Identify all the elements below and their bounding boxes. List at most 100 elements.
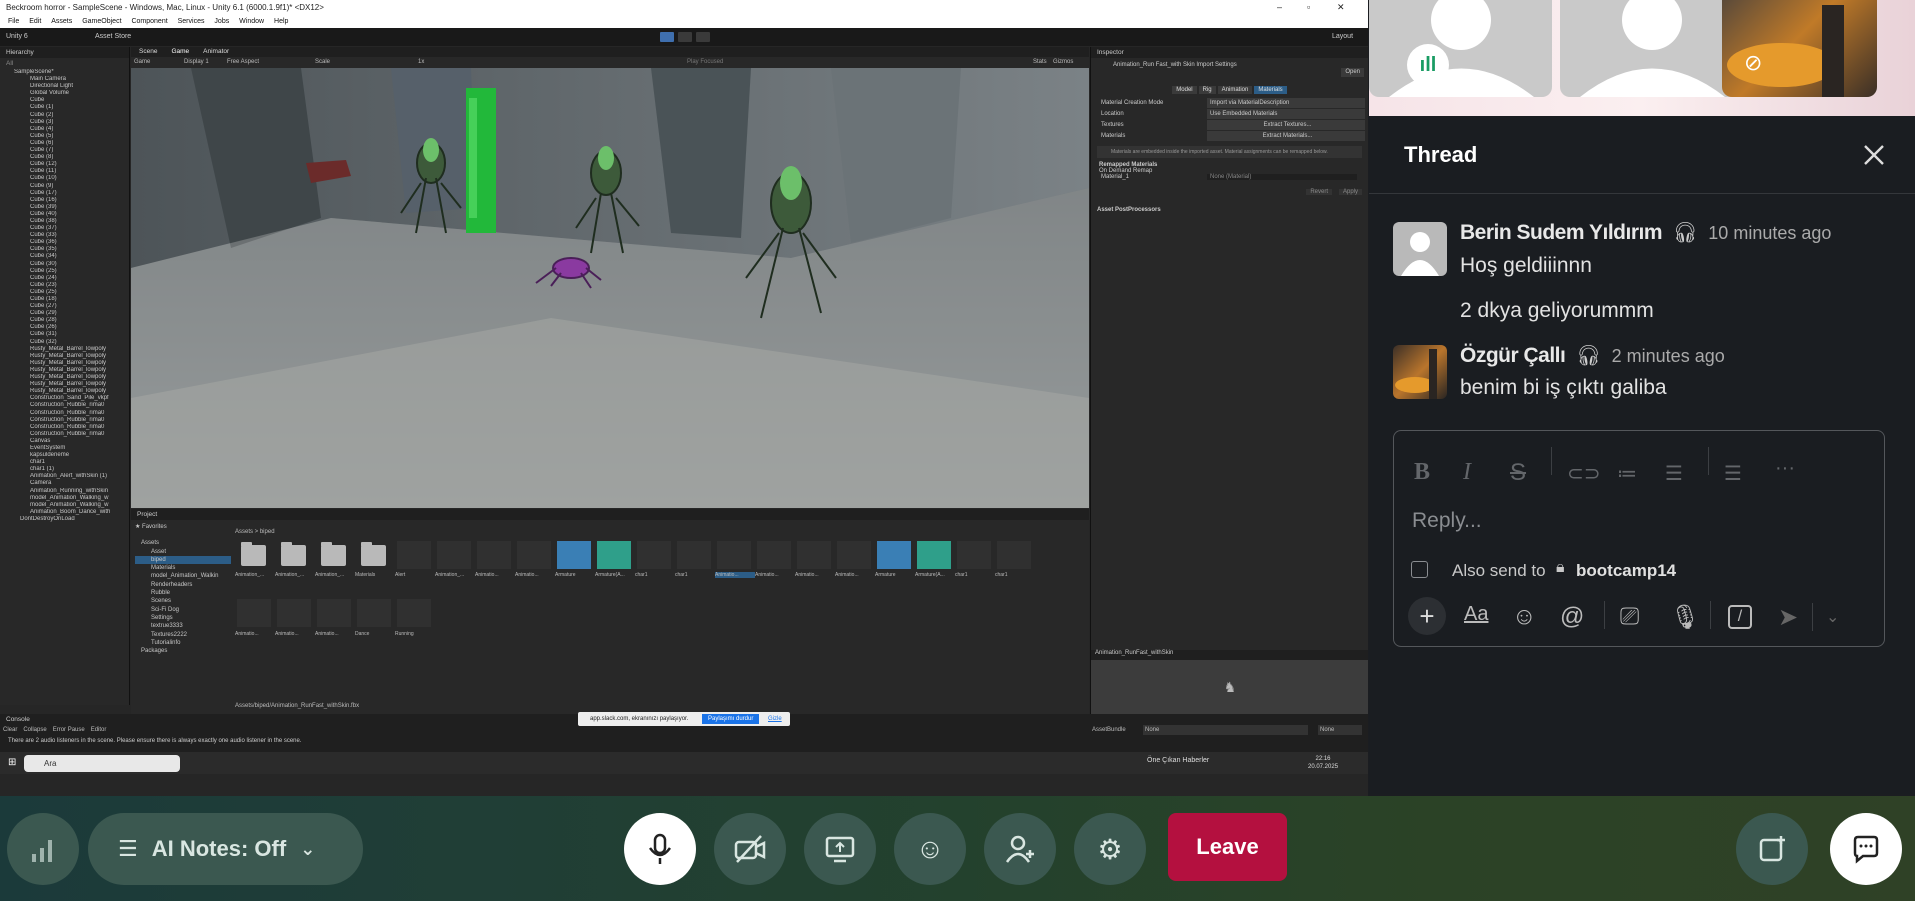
folder-tree-item[interactable]: Textures2222 [135,631,231,639]
windows-start-icon[interactable]: ⊞ [8,757,16,768]
asset-postprocessors[interactable]: Asset PostProcessors [1091,207,1368,213]
stats-toggle[interactable]: Stats [1033,57,1047,68]
folder-tree-item[interactable]: Scenes [135,597,231,605]
format-toggle-icon[interactable]: Aa [1464,603,1488,626]
assetbundle-dropdown[interactable]: None [1143,725,1308,735]
avatar[interactable] [1393,345,1447,399]
hierarchy-item[interactable]: Cube (38) [0,218,129,225]
hierarchy-item[interactable]: Cube (5) [0,133,129,140]
participant-tile-3[interactable]: ⊘ [1722,0,1877,97]
hierarchy-item[interactable]: DontDestroyOnLoad [0,516,129,523]
unity-account[interactable]: Unity 6 [6,28,28,46]
ai-notes-button[interactable]: ☰ AI Notes: Off ⌄ [88,813,363,885]
hierarchy-item[interactable]: Animation_Boom_Dance_with [0,509,129,516]
link-icon[interactable]: ⊂⊃ [1567,461,1601,486]
display-dropdown[interactable]: Display 1 [184,57,209,68]
animation-asset-icon[interactable] [437,541,471,569]
hierarchy-item[interactable]: char1 (1) [0,466,129,473]
close-icon[interactable]: ✕ [1337,0,1345,15]
close-thread-icon[interactable] [1862,143,1886,167]
material-1-field[interactable]: None (Material) [1207,174,1357,180]
message-author[interactable]: Berin Sudem Yıldırım [1460,221,1663,244]
hierarchy-item[interactable]: Cube (9) [0,183,129,190]
inspector-dropdown[interactable]: Use Embedded Materials [1207,109,1365,119]
strikethrough-icon[interactable]: S [1510,459,1526,487]
hierarchy-item[interactable]: Cube (28) [0,317,129,324]
inspector-button[interactable]: Extract Textures... [1207,120,1365,130]
camera-off-icon[interactable] [714,813,786,885]
thread-chat-icon[interactable] [1830,813,1902,885]
leave-button[interactable]: Leave [1168,813,1287,881]
tab-scene[interactable]: Scene [139,47,157,57]
hierarchy-item[interactable]: Rusty_Metal_Barrel_lowpoly [0,374,129,381]
apply-button[interactable]: Apply [1338,189,1362,195]
folder-tree-item[interactable]: Materials [135,564,231,572]
hierarchy-item[interactable]: Rusty_Metal_Barrel_lowpoly [0,360,129,367]
folder-tree-item[interactable]: Packages [135,647,231,655]
inspector-button[interactable]: Extract Materials... [1207,131,1365,141]
animation-asset-icon[interactable] [517,541,551,569]
hierarchy-item[interactable]: Main Camera [0,76,129,83]
menu-window[interactable]: Window [239,18,264,25]
hierarchy-item[interactable]: Cube (4) [0,126,129,133]
mesh-asset-icon[interactable] [557,541,591,569]
animation-asset-icon[interactable] [237,599,271,627]
game-viewport[interactable] [131,68,1089,508]
tab-materials[interactable]: Materials [1254,86,1287,94]
animation-asset-icon[interactable] [997,541,1031,569]
avatar[interactable] [1393,222,1447,276]
menu-help[interactable]: Help [274,18,288,25]
game-view-label[interactable]: Game [134,57,150,68]
hierarchy-item[interactable]: Global Volume [0,90,129,97]
hierarchy-item[interactable]: Cube (36) [0,239,129,246]
hierarchy-item[interactable]: Cube (23) [0,282,129,289]
menu-services[interactable]: Services [178,18,205,25]
hierarchy-item[interactable]: Cube (18) [0,296,129,303]
canvas-notes-icon[interactable] [1736,813,1808,885]
tab-animation[interactable]: Animation [1217,86,1253,94]
folder-tree-item[interactable]: Sci-Fi Dog [135,606,231,614]
microphone-icon[interactable] [624,813,696,885]
mesh-asset-icon[interactable] [597,541,631,569]
audio-clip-icon[interactable]: 🎙︎ [1670,603,1700,632]
maximize-icon[interactable]: ▫ [1307,0,1310,15]
menu-file[interactable]: File [8,18,19,25]
hide-share-notice[interactable]: Gizle [768,712,782,726]
open-button[interactable]: Open [1341,68,1364,77]
hierarchy-item[interactable]: Cube (2) [0,112,129,119]
hierarchy-item[interactable]: Construction_Rubble_rima0 [0,402,129,409]
hierarchy-item[interactable]: EventSystem [0,445,129,452]
hierarchy-item[interactable]: Construction_Rubble_rima0 [0,410,129,417]
stop-sharing-button[interactable]: Paylaşımı durdur [702,714,760,724]
folder-tree-item[interactable]: Tutorialinfo [135,639,231,647]
animation-asset-icon[interactable] [677,541,711,569]
invite-people-icon[interactable] [984,813,1056,885]
hierarchy-item[interactable]: Cube (17) [0,190,129,197]
folder-icon[interactable] [281,542,306,566]
hierarchy-item[interactable]: Rusty_Metal_Barrel_lowpoly [0,367,129,374]
hierarchy-item[interactable]: Cube (7) [0,147,129,154]
revert-button[interactable]: Revert [1306,189,1332,195]
hierarchy-item[interactable]: model_Animation_Walking_w [0,502,129,509]
gizmos-toggle[interactable]: Gizmos [1053,57,1073,68]
slash-command-icon[interactable]: / [1728,605,1752,629]
emoji-icon[interactable]: ☺ [1512,603,1537,631]
hierarchy-item[interactable]: Cube (12) [0,161,129,168]
send-options-chevron-icon[interactable]: ⌄ [1826,607,1839,627]
folder-tree-item[interactable]: biped [135,555,231,565]
aspect-dropdown[interactable]: Free Aspect [227,57,259,68]
tab-model[interactable]: Model [1172,86,1197,94]
menu-edit[interactable]: Edit [29,18,41,25]
folder-icon[interactable] [361,542,386,566]
folder-tree-item[interactable]: Rubble [135,589,231,597]
message-time[interactable]: 10 minutes ago [1708,223,1831,243]
animation-asset-icon[interactable] [317,599,351,627]
hierarchy-item[interactable]: Cube (26) [0,324,129,331]
step-button[interactable] [696,32,710,42]
hierarchy-item[interactable]: Cube (31) [0,331,129,338]
hierarchy-item[interactable]: Construction_Sand_Pile_vkpf [0,395,129,402]
hierarchy-item[interactable]: Canvas [0,438,129,445]
quote-icon[interactable]: ☰ [1724,461,1742,486]
play-focused-dropdown[interactable]: Play Focused [687,57,723,68]
participant-tile-1[interactable]: ıll [1369,0,1552,97]
